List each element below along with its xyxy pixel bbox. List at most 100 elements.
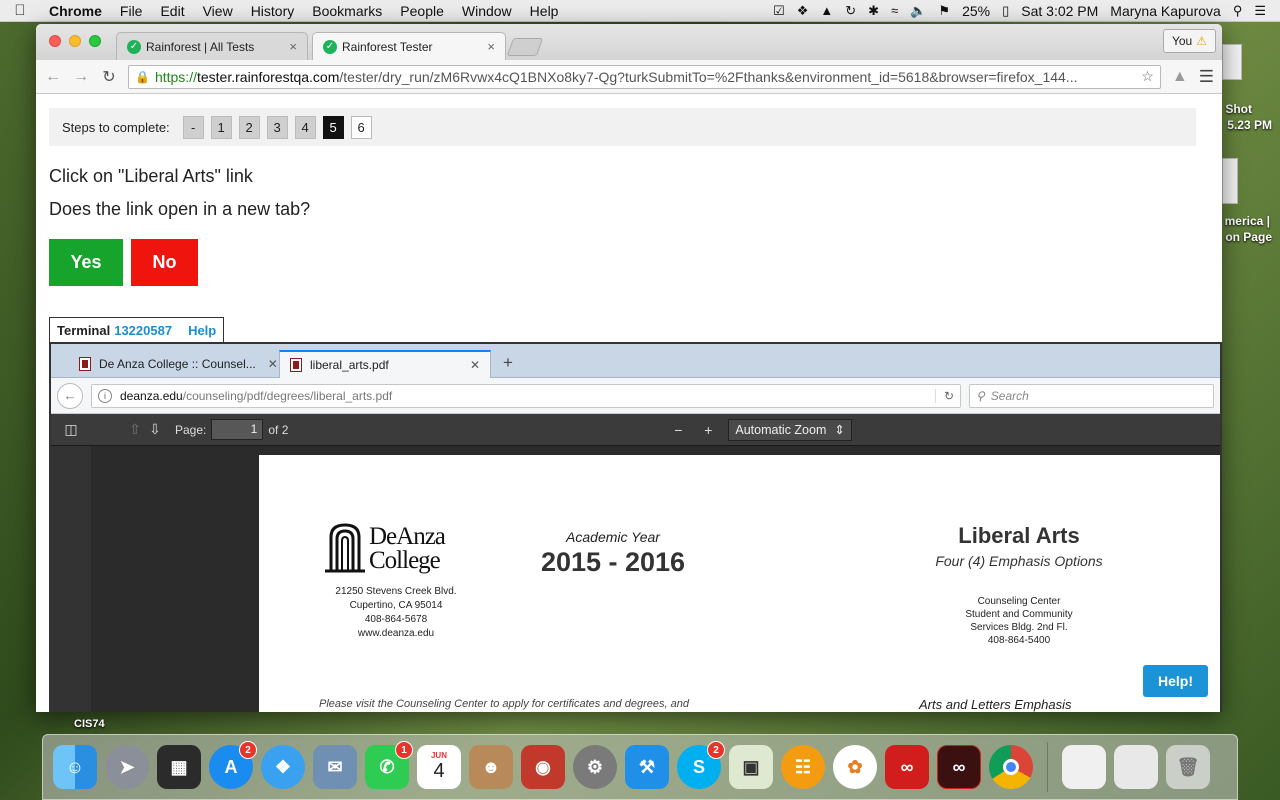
next-page-icon[interactable]: ⇩: [145, 421, 165, 438]
step-dash: -: [182, 115, 204, 139]
pdf-body-text: Please visit the Counseling Center to ap…: [319, 698, 689, 710]
zoom-out-icon[interactable]: −: [668, 422, 688, 438]
terminal-label: Terminal: [57, 322, 111, 338]
volume-icon[interactable]: 🔈: [904, 3, 932, 19]
previous-page-icon[interactable]: ⇧: [125, 421, 145, 438]
dropdown-arrow-icon: ⇕: [834, 423, 845, 437]
acrobat-icon[interactable]: ∞: [885, 745, 929, 789]
reload-icon[interactable]: ↻: [100, 67, 118, 87]
remote-terminal-screen[interactable]: De Anza College :: Counsel... ✕ liberal_…: [49, 342, 1222, 712]
firefox-tab-liberal-arts-pdf[interactable]: liberal_arts.pdf ✕: [279, 350, 491, 378]
calendar-icon[interactable]: JUN 4: [417, 745, 461, 789]
firefox-search-box[interactable]: ⚲ Search: [969, 383, 1214, 408]
firefox-reload-icon[interactable]: ↻: [934, 388, 954, 403]
mission-control-icon[interactable]: ▦: [157, 745, 201, 789]
acrobat-reader-icon[interactable]: ∞: [937, 745, 981, 789]
menu-edit[interactable]: Edit: [151, 3, 193, 19]
close-window-button[interactable]: [49, 35, 61, 47]
firefox-back-icon[interactable]: ←: [57, 382, 83, 409]
apple-menu-icon[interactable]: : [0, 2, 40, 19]
safari-icon[interactable]: ❖: [261, 745, 305, 789]
ibooks-icon[interactable]: ☷: [781, 745, 825, 789]
close-tab-icon[interactable]: ×: [289, 39, 297, 54]
firefox-url-bar[interactable]: i deanza.edu /counseling/pdf/degrees/lib…: [91, 383, 961, 408]
address-line: Cupertino, CA 95014: [349, 600, 443, 611]
time-machine-icon[interactable]: ↻: [839, 3, 862, 19]
yes-button[interactable]: Yes: [49, 239, 123, 286]
help-button[interactable]: Help!: [1143, 665, 1208, 697]
us-flag-icon[interactable]: ⚑: [932, 3, 956, 19]
downloads-stack-icon[interactable]: [1062, 745, 1106, 789]
spotlight-search-icon[interactable]: ⚲: [1227, 3, 1249, 19]
logo-line-2: College: [369, 547, 441, 574]
menu-people[interactable]: People: [391, 3, 453, 19]
finder-icon[interactable]: ☺: [53, 745, 97, 789]
site-info-icon[interactable]: i: [98, 388, 112, 403]
photos-icon[interactable]: ✿: [833, 745, 877, 789]
close-tab-icon[interactable]: ✕: [470, 358, 480, 372]
skype-icon[interactable]: S 2: [677, 741, 725, 789]
drive-status-icon[interactable]: ▲: [814, 3, 839, 18]
rainforest-favicon-icon: ✓: [323, 39, 337, 54]
extension-icon[interactable]: ▲: [1171, 68, 1189, 86]
terminal-id[interactable]: 13220587: [114, 323, 172, 338]
logo-line-1: DeAnza: [369, 523, 446, 550]
page-number-input[interactable]: 1: [211, 419, 264, 440]
firefox-new-tab-icon[interactable]: +: [503, 353, 513, 373]
launchpad-icon[interactable]: ➤: [105, 745, 149, 789]
photo-booth-icon[interactable]: ◉: [521, 745, 565, 789]
menu-file[interactable]: File: [111, 3, 152, 19]
minimize-window-button[interactable]: [69, 35, 81, 47]
system-preferences-icon[interactable]: ⚙: [573, 745, 617, 789]
address-bar[interactable]: 🔒 https:// tester.rainforestqa.com /test…: [128, 64, 1161, 89]
firefox-navbar: ← i deanza.edu /counseling/pdf/degrees/l…: [51, 378, 1220, 414]
menu-app-name[interactable]: Chrome: [40, 3, 111, 19]
chrome-menu-icon[interactable]: ☰: [1199, 67, 1214, 87]
menu-window[interactable]: Window: [453, 3, 521, 19]
menubar-user[interactable]: Maryna Kapurova: [1104, 3, 1227, 19]
zoom-select[interactable]: Automatic Zoom ⇕: [728, 418, 852, 441]
profile-button[interactable]: You ⚠: [1162, 29, 1216, 53]
menu-history[interactable]: History: [242, 3, 304, 19]
menu-bookmarks[interactable]: Bookmarks: [303, 3, 391, 19]
contacts-icon[interactable]: ☻: [469, 745, 513, 789]
app-store-icon[interactable]: A 2: [209, 741, 257, 789]
desktop-document-file-icon[interactable]: [1222, 158, 1238, 204]
menubar-clock[interactable]: Sat 3:02 PM: [1015, 3, 1104, 19]
info-line: 408-864-5400: [987, 635, 1051, 646]
sidebar-toggle-icon[interactable]: ◫: [61, 421, 81, 438]
chrome-icon[interactable]: [989, 745, 1033, 789]
new-tab-button[interactable]: [506, 38, 544, 56]
desktop-screenshot-file-icon[interactable]: [1222, 44, 1242, 80]
menu-help[interactable]: Help: [521, 3, 568, 19]
facetime-icon[interactable]: ✆ 1: [365, 741, 413, 789]
firefox-tab-deanza-counseling[interactable]: De Anza College :: Counsel... ✕: [69, 350, 288, 378]
no-button[interactable]: No: [131, 239, 198, 286]
terminal-help-link[interactable]: Help: [188, 323, 216, 338]
preview-icon[interactable]: ▣: [729, 745, 773, 789]
trash-icon[interactable]: 🗑: [1166, 745, 1210, 789]
wifi-icon[interactable]: ≈: [885, 3, 904, 18]
bluetooth-icon[interactable]: ✱: [862, 3, 885, 19]
url-path: /tester/dry_run/zM6Rvwx4cQ1BNXo8ky7-Qg?t…: [339, 68, 1078, 85]
checklist-status-icon[interactable]: ☑: [767, 3, 791, 19]
mac-dock: ☺ ➤ ▦ A 2 ❖ ✉ ✆ 1 JUN 4 ☻ ◉ ⚙ ⚒ S 2 ▣ ☷ …: [42, 734, 1238, 800]
mail-icon[interactable]: ✉: [313, 745, 357, 789]
dropbox-status-icon[interactable]: ❖: [791, 3, 815, 19]
menu-view[interactable]: View: [194, 3, 242, 19]
close-tab-icon[interactable]: ✕: [268, 357, 278, 371]
xcode-icon[interactable]: ⚒: [625, 745, 669, 789]
zoom-window-button[interactable]: [89, 35, 101, 47]
tab-rainforest-tester[interactable]: ✓ Rainforest Tester ×: [312, 32, 506, 60]
documents-stack-icon[interactable]: [1114, 745, 1158, 789]
forward-arrow-icon[interactable]: →: [72, 68, 90, 86]
battery-icon[interactable]: ▯: [996, 3, 1015, 19]
bookmark-star-icon[interactable]: ☆: [1135, 68, 1154, 85]
notification-center-icon[interactable]: ☰: [1248, 3, 1272, 19]
back-arrow-icon[interactable]: ←: [44, 68, 62, 86]
close-tab-icon[interactable]: ×: [487, 39, 495, 54]
calendar-day: 4: [433, 760, 445, 782]
tab-rainforest-all-tests[interactable]: ✓ Rainforest | All Tests ×: [116, 32, 308, 60]
battery-percent[interactable]: 25%: [956, 3, 996, 19]
zoom-in-icon[interactable]: +: [698, 422, 718, 438]
